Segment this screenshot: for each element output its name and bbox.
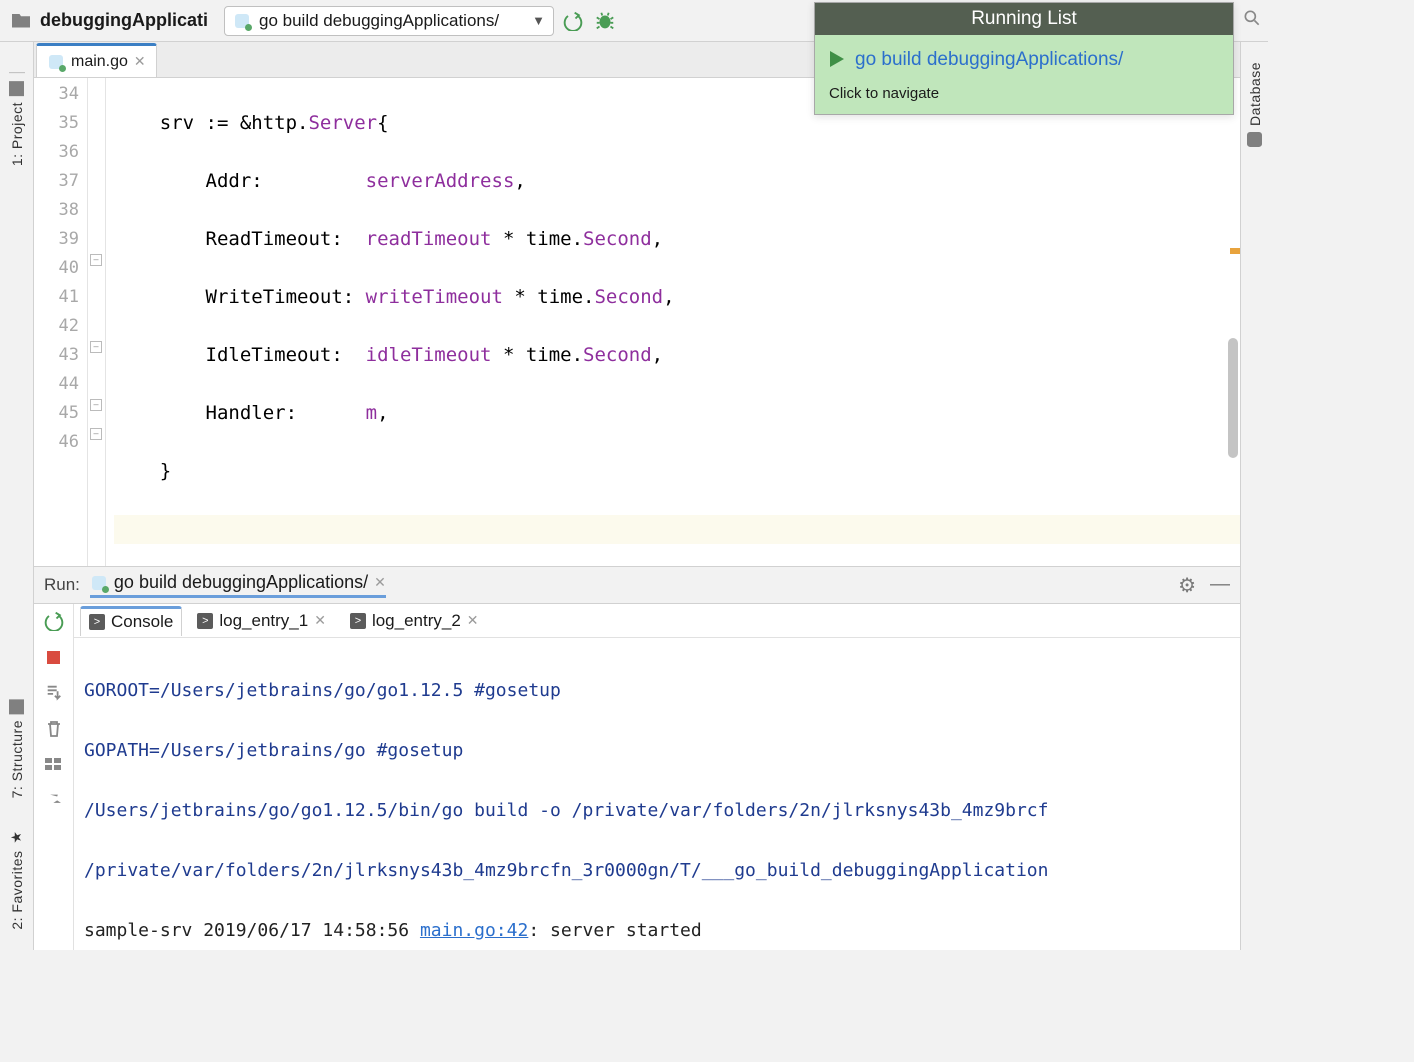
- run-config-tab[interactable]: go build debuggingApplications/ ✕: [90, 572, 386, 598]
- rerun-button[interactable]: [43, 610, 65, 632]
- star-icon: ★: [8, 829, 25, 845]
- tool-project[interactable]: 1: Project: [9, 72, 25, 166]
- run-config-selector[interactable]: go build debuggingApplications/ ▼: [224, 6, 554, 36]
- tab-log-entry-2[interactable]: >log_entry_2✕: [341, 606, 488, 636]
- fold-gutter: – – – –: [88, 78, 106, 566]
- project-name[interactable]: debuggingApplicati: [40, 10, 208, 31]
- editor-tab-main-go[interactable]: main.go ✕: [36, 43, 157, 77]
- run-button[interactable]: [560, 8, 586, 34]
- running-list-item[interactable]: go build debuggingApplications/: [829, 49, 1219, 71]
- go-file-icon: [47, 53, 65, 71]
- close-icon[interactable]: ✕: [467, 612, 479, 629]
- chevron-down-icon: ▼: [532, 13, 545, 28]
- run-actions-rail: [34, 604, 74, 950]
- run-tool-body: >Console >log_entry_1✕ >log_entry_2✕ GOR…: [34, 604, 1240, 950]
- run-title-label: Run:: [44, 575, 80, 595]
- close-icon[interactable]: ✕: [134, 53, 146, 70]
- tool-structure[interactable]: 7: Structure: [9, 699, 25, 798]
- tool-favorites[interactable]: 2: Favorites★: [9, 828, 25, 930]
- clear-button[interactable]: [43, 718, 65, 740]
- running-list-title: Running List: [815, 3, 1233, 35]
- debug-button[interactable]: [592, 8, 618, 34]
- line-gutter: 343536 373839 404142 434445 46: [34, 78, 88, 566]
- fold-handle[interactable]: –: [90, 399, 102, 411]
- fold-handle[interactable]: –: [90, 428, 102, 440]
- tab-console[interactable]: >Console: [80, 606, 182, 636]
- layout-button[interactable]: [43, 754, 65, 776]
- minimize-icon[interactable]: —: [1210, 573, 1230, 598]
- search-icon[interactable]: [1242, 8, 1262, 31]
- database-icon: [1247, 132, 1262, 147]
- console-output[interactable]: GOROOT=/Users/jetbrains/go/go1.12.5 #gos…: [74, 638, 1240, 950]
- code-area[interactable]: srv := &http.Server{ Addr: serverAddress…: [106, 78, 1240, 566]
- tool-database[interactable]: Database: [1247, 62, 1263, 147]
- warning-marker[interactable]: [1230, 248, 1240, 254]
- fold-handle[interactable]: –: [90, 341, 102, 353]
- tab-log-entry-1[interactable]: >log_entry_1✕: [188, 606, 335, 636]
- terminal-icon: >: [89, 614, 105, 630]
- terminal-icon: >: [197, 613, 213, 629]
- pin-button[interactable]: [43, 790, 65, 812]
- console-tabs: >Console >log_entry_1✕ >log_entry_2✕: [74, 604, 1240, 638]
- left-tool-rail: 1: Project 7: Structure 2: Favorites★: [0, 42, 34, 950]
- go-file-icon: [90, 574, 108, 592]
- scroll-to-end-button[interactable]: [43, 682, 65, 704]
- right-tool-rail: Database: [1240, 42, 1268, 950]
- scrollbar[interactable]: [1228, 338, 1238, 458]
- close-icon[interactable]: ✕: [314, 612, 326, 629]
- running-hint: Click to navigate: [829, 85, 1219, 102]
- run-tool-header: Run: go build debuggingApplications/ ✕ ⚙…: [34, 566, 1240, 604]
- gear-icon[interactable]: ⚙: [1178, 573, 1196, 598]
- run-config-label: go build debuggingApplications/: [259, 11, 524, 31]
- structure-icon: [9, 699, 24, 714]
- close-icon[interactable]: ✕: [374, 574, 386, 591]
- code-editor[interactable]: 343536 373839 404142 434445 46 – – – – s…: [34, 78, 1240, 566]
- stop-button[interactable]: [43, 646, 65, 668]
- folder-icon: [12, 14, 30, 28]
- main-area: main.go ✕ 343536 373839 404142 434445 46…: [34, 42, 1240, 950]
- go-file-icon: [233, 12, 251, 30]
- fold-handle[interactable]: –: [90, 254, 102, 266]
- terminal-icon: >: [350, 613, 366, 629]
- play-icon: [829, 50, 845, 71]
- folder-icon: [9, 81, 24, 96]
- source-link[interactable]: main.go:42: [420, 920, 528, 941]
- running-list-popup: Running List go build debuggingApplicati…: [814, 2, 1234, 115]
